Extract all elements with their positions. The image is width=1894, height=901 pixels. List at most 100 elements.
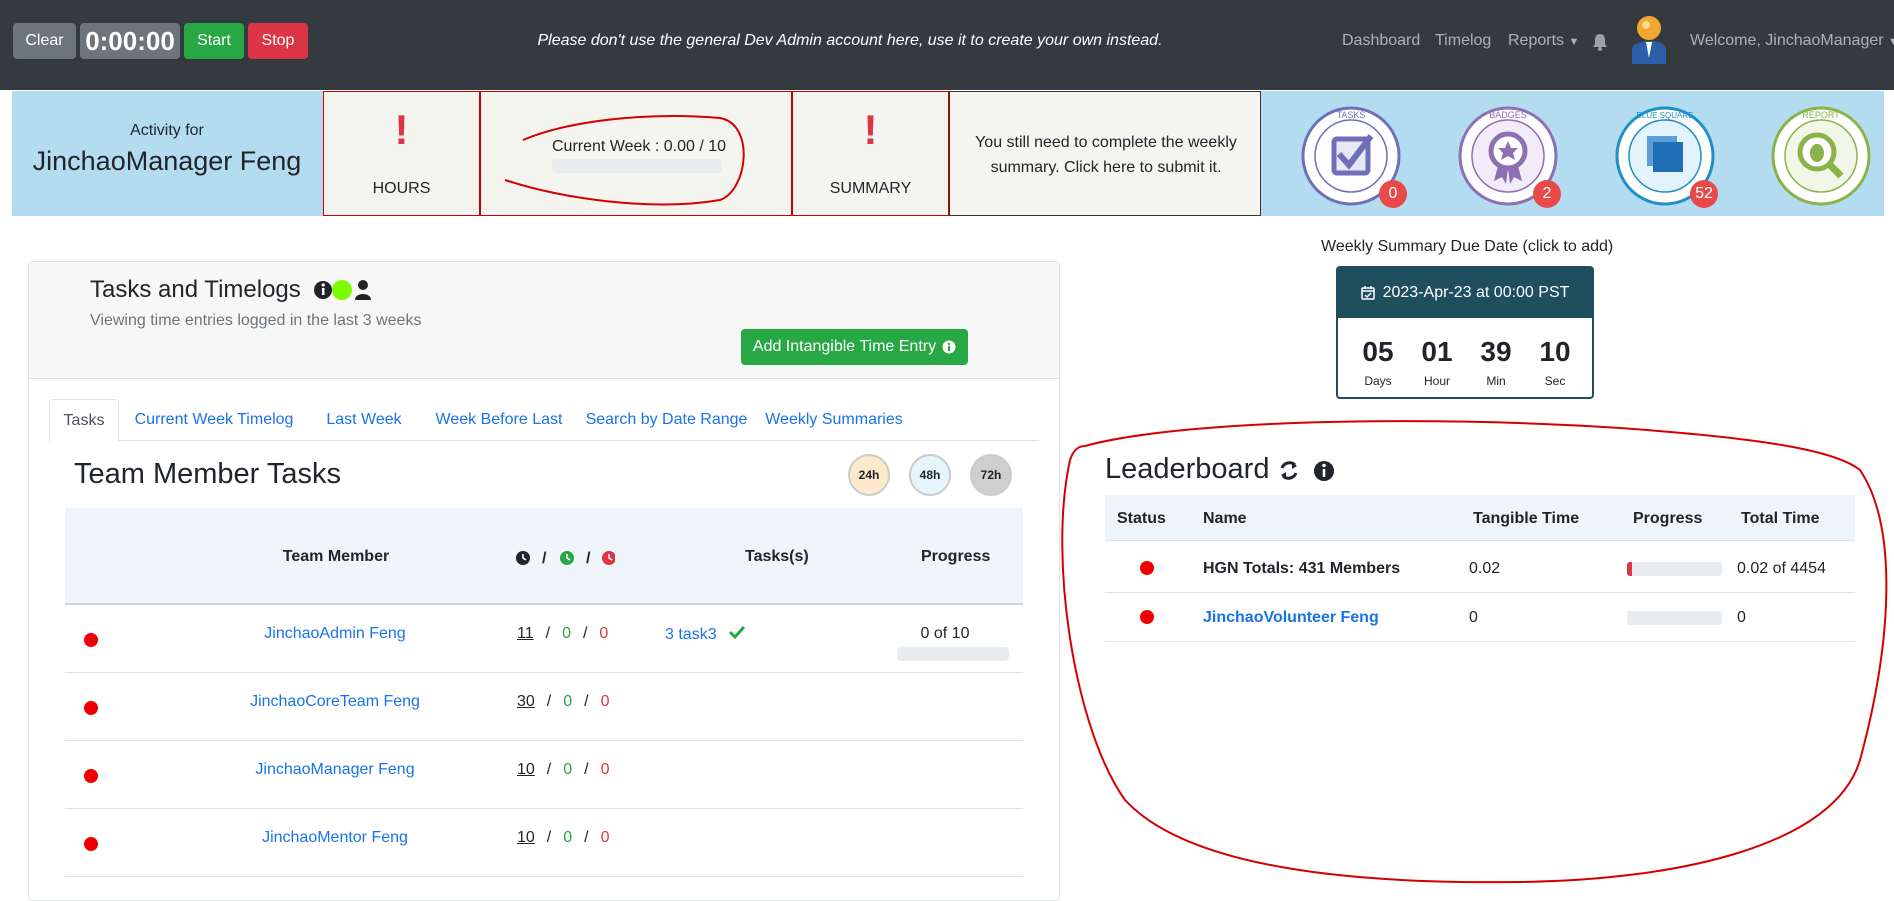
clock-green-icon <box>560 551 574 565</box>
member-link[interactable]: JinchaoCoreTeam Feng <box>165 693 505 711</box>
svg-text:/: / <box>542 550 547 567</box>
lb-progress-bar <box>1627 562 1722 576</box>
tab-search-by-date-range[interactable]: Search by Date Range <box>584 399 749 441</box>
table-row: JinchaoAdmin Feng 11/0/0 3 task3 0 of 10 <box>65 605 1023 673</box>
status-dot <box>84 701 98 715</box>
tasks-count-label: 3 task3 <box>665 626 717 643</box>
tab-week-before-last[interactable]: Week Before Last <box>424 399 574 441</box>
tasks-card-header: Tasks and Timelogs Viewing time entries … <box>29 262 1059 379</box>
nav-link-dashboard[interactable]: Dashboard <box>1342 32 1420 50</box>
tab-last-week[interactable]: Last Week <box>314 399 414 441</box>
add-intangible-time-button[interactable]: Add Intangible Time Entry <box>741 329 968 365</box>
clock-red-icon <box>602 551 615 565</box>
team-tasks-table-header: Team Member / / Tasks(s) Progress <box>65 508 1023 605</box>
member-hours: 10/0/0 <box>517 761 610 778</box>
weekly-summary-due-label[interactable]: Weekly Summary Due Date (click to add) <box>1321 238 1613 256</box>
countdown-days-label: Days <box>1364 374 1392 388</box>
info-icon[interactable] <box>1314 461 1334 481</box>
filter-72h-button[interactable]: 72h <box>970 454 1012 496</box>
status-dot <box>84 633 98 647</box>
due-date-header: 2023-Apr-23 at 00:00 PST <box>1338 268 1592 318</box>
weekly-summary-reminder[interactable]: You still need to complete the weekly su… <box>949 91 1261 216</box>
current-week-text: Current Week : 0.00 / 10 <box>552 138 727 155</box>
clock-icon <box>516 551 530 565</box>
svg-text:/: / <box>586 550 591 567</box>
leaderboard-icons <box>1280 461 1334 481</box>
due-date-countdown[interactable]: 2023-Apr-23 at 00:00 PST 05 Days 01 Hour… <box>1336 266 1594 399</box>
welcome-user-menu[interactable]: Welcome, JinchaoManager ▼ <box>1690 32 1894 50</box>
nav-link-timelog[interactable]: Timelog <box>1435 32 1491 50</box>
progress-text: 0 of 10 <box>920 625 970 642</box>
stop-button[interactable]: Stop <box>248 23 308 59</box>
lb-col-tangible: Tangible Time <box>1473 510 1580 527</box>
member-link[interactable]: JinchaoAdmin Feng <box>165 625 505 643</box>
hours-total[interactable]: 11 <box>517 625 534 642</box>
tab-weekly-summaries[interactable]: Weekly Summaries <box>759 399 909 441</box>
nav-link-reports[interactable]: Reports ▼ <box>1508 32 1579 50</box>
member-link[interactable]: JinchaoMentor Feng <box>165 829 505 847</box>
tasks-timelogs-card: Tasks and Timelogs Viewing time entries … <box>28 261 1060 901</box>
filter-24h-button[interactable]: 24h <box>848 454 890 496</box>
timer-display: 0:00:00 <box>80 23 180 59</box>
add-intangible-label: Add Intangible Time Entry <box>752 338 937 355</box>
filter-48h-button[interactable]: 48h <box>909 454 951 496</box>
info-icon <box>942 340 956 354</box>
hours-total[interactable]: 10 <box>517 829 535 846</box>
status-dot <box>1140 610 1154 624</box>
summary-reminder-text: You still need to complete the weekly su… <box>975 134 1237 176</box>
clear-button[interactable]: Clear <box>13 23 76 59</box>
hours-status-cell[interactable]: ! HOURS <box>323 91 480 216</box>
countdown-days: 05 <box>1362 336 1394 367</box>
hours-tangible: 0 <box>562 625 571 642</box>
current-week-cell[interactable]: Current Week : 0.00 / 10 <box>480 91 792 216</box>
lb-total: 0.02 of 4454 <box>1737 560 1826 577</box>
activity-for-label: Activity for <box>130 122 204 139</box>
lb-progress-fill <box>1627 562 1632 576</box>
lb-name-link[interactable]: JinchaoVolunteer Feng <box>1203 609 1379 627</box>
tab-current-week-timelog[interactable]: Current Week Timelog <box>124 399 304 441</box>
hours-label: HOURS <box>372 180 431 197</box>
status-dot <box>84 769 98 783</box>
activity-user-name: JinchaoManager Feng <box>32 146 302 176</box>
tab-tasks[interactable]: Tasks <box>49 399 119 442</box>
bell-icon[interactable] <box>1592 33 1608 51</box>
blue-square-label: BLUE SQUARE <box>1637 111 1694 120</box>
member-tasks-link[interactable]: 3 task3 <box>665 625 746 644</box>
countdown-hours-label: Hour <box>1423 374 1450 388</box>
user-avatar[interactable] <box>1628 14 1670 64</box>
col-tasks: Tasks(s) <box>745 548 809 565</box>
member-link[interactable]: JinchaoManager Feng <box>165 761 505 779</box>
summary-status-cell[interactable]: ! SUMMARY <box>792 91 949 216</box>
info-icon[interactable] <box>314 281 332 299</box>
leaderboard-title: Leaderboard <box>1105 453 1270 485</box>
lb-tangible: 0.02 <box>1469 560 1501 577</box>
lb-name: HGN Totals: 431 Members <box>1203 560 1401 577</box>
member-hours: 11/0/0 <box>517 625 609 642</box>
lb-col-total: Total Time <box>1741 510 1820 527</box>
check-icon <box>728 625 746 640</box>
hours-total[interactable]: 10 <box>517 761 535 778</box>
report-bug-icon[interactable]: REPORT <box>1771 106 1871 206</box>
lb-progress-bar <box>1627 611 1722 625</box>
start-button[interactable]: Start <box>184 23 244 59</box>
hours-column-icons: / / <box>516 550 615 567</box>
member-hours: 30/0/0 <box>517 693 610 710</box>
leaderboard-table-header: Status Name Tangible Time Progress Total… <box>1105 495 1855 541</box>
progress-bar <box>897 647 1009 661</box>
caret-down-icon: ▼ <box>1568 36 1580 48</box>
hours-total[interactable]: 30 <box>517 693 535 710</box>
tasks-badge-count: 0 <box>1379 180 1407 208</box>
caret-down-icon: ▼ <box>1888 36 1894 48</box>
report-label: REPORT <box>1802 110 1840 120</box>
hours-tangible: 0 <box>563 829 573 846</box>
blue-square-count: 52 <box>1690 180 1718 208</box>
hours-overdue: 0 <box>600 761 610 778</box>
status-dot <box>1140 561 1154 575</box>
countdown-hours: 01 <box>1421 336 1453 367</box>
countdown-minutes: 39 <box>1480 336 1512 367</box>
tasks-card-subtitle: Viewing time entries logged in the last … <box>90 312 422 329</box>
user-icon[interactable] <box>355 280 371 300</box>
welcome-text: Welcome, JinchaoManager <box>1690 32 1884 49</box>
refresh-icon[interactable] <box>1280 461 1298 480</box>
reports-label: Reports <box>1508 32 1565 49</box>
